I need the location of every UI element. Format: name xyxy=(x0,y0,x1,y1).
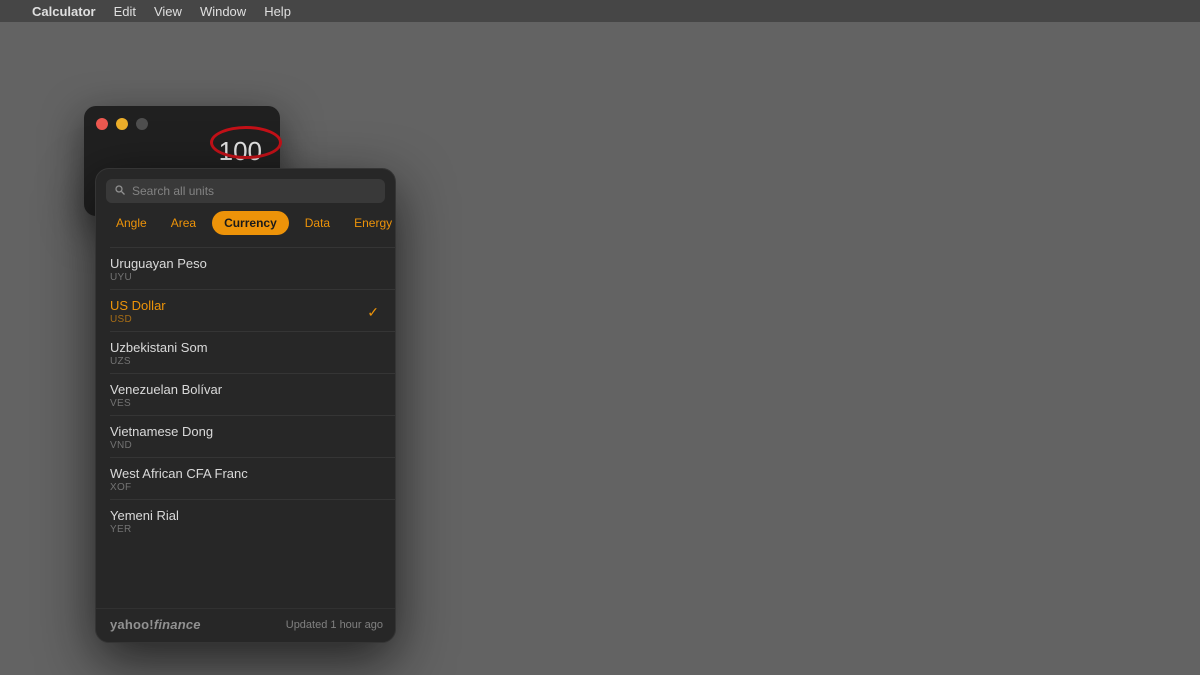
currency-option-yer[interactable]: Yemeni RialYER xyxy=(96,500,395,541)
currency-option-uzs[interactable]: Uzbekistani SomUZS xyxy=(96,332,395,373)
zoom-window-button[interactable] xyxy=(136,118,148,130)
currency-name: Yemeni Rial xyxy=(110,508,381,523)
currency-name: Uzbekistani Som xyxy=(110,340,381,355)
checkmark-icon: ✓ xyxy=(367,304,379,321)
menu-view[interactable]: View xyxy=(154,4,182,19)
data-provider-label: yahoo!finance xyxy=(110,617,201,632)
currency-name: Uruguayan Peso xyxy=(110,256,381,271)
unit-search-field[interactable] xyxy=(106,179,385,203)
macos-menubar: Calculator Edit View Window Help xyxy=(0,0,1200,22)
currency-list[interactable]: AEDUruguayan PesoUYUUS DollarUSD✓Uzbekis… xyxy=(96,243,395,608)
currency-name: West African CFA Franc xyxy=(110,466,381,481)
category-data[interactable]: Data xyxy=(297,212,338,234)
calculator-display-value: 100 xyxy=(219,136,262,167)
currency-option-xof[interactable]: West African CFA FrancXOF xyxy=(96,458,395,499)
app-menu[interactable]: Calculator xyxy=(32,4,96,19)
currency-option-usd[interactable]: US DollarUSD✓ xyxy=(96,290,395,331)
currency-option-vnd[interactable]: Vietnamese DongVND xyxy=(96,416,395,457)
last-updated-label: Updated 1 hour ago xyxy=(286,619,383,631)
currency-option-aed[interactable]: AED xyxy=(96,243,395,247)
currency-option-ves[interactable]: Venezuelan BolívarVES xyxy=(96,374,395,415)
menu-window[interactable]: Window xyxy=(200,4,246,19)
minimize-window-button[interactable] xyxy=(116,118,128,130)
menu-help[interactable]: Help xyxy=(264,4,291,19)
currency-option-uyu[interactable]: Uruguayan PesoUYU xyxy=(96,248,395,289)
currency-code: USD xyxy=(110,314,381,325)
currency-code: UYU xyxy=(110,272,381,283)
category-currency[interactable]: Currency xyxy=(212,211,289,235)
popover-footer: yahoo!finance Updated 1 hour ago xyxy=(96,608,395,642)
category-energy[interactable]: Energy xyxy=(346,212,395,234)
currency-code: XOF xyxy=(110,482,381,493)
currency-code: UZS xyxy=(110,356,381,367)
category-chips: Angle Area Currency Data Energy Force xyxy=(96,211,395,243)
close-window-button[interactable] xyxy=(96,118,108,130)
currency-code: VND xyxy=(110,440,381,451)
currency-code: YER xyxy=(110,524,381,535)
menu-edit[interactable]: Edit xyxy=(114,4,136,19)
currency-name: Vietnamese Dong xyxy=(110,424,381,439)
currency-name: Venezuelan Bolívar xyxy=(110,382,381,397)
search-icon xyxy=(114,184,126,199)
currency-code: VES xyxy=(110,398,381,409)
category-area[interactable]: Area xyxy=(163,212,204,234)
unit-search-input[interactable] xyxy=(132,184,377,198)
window-controls xyxy=(96,118,148,130)
unit-picker-popover: Angle Area Currency Data Energy Force AE… xyxy=(95,168,396,643)
currency-name: US Dollar xyxy=(110,298,381,313)
category-angle[interactable]: Angle xyxy=(108,212,155,234)
